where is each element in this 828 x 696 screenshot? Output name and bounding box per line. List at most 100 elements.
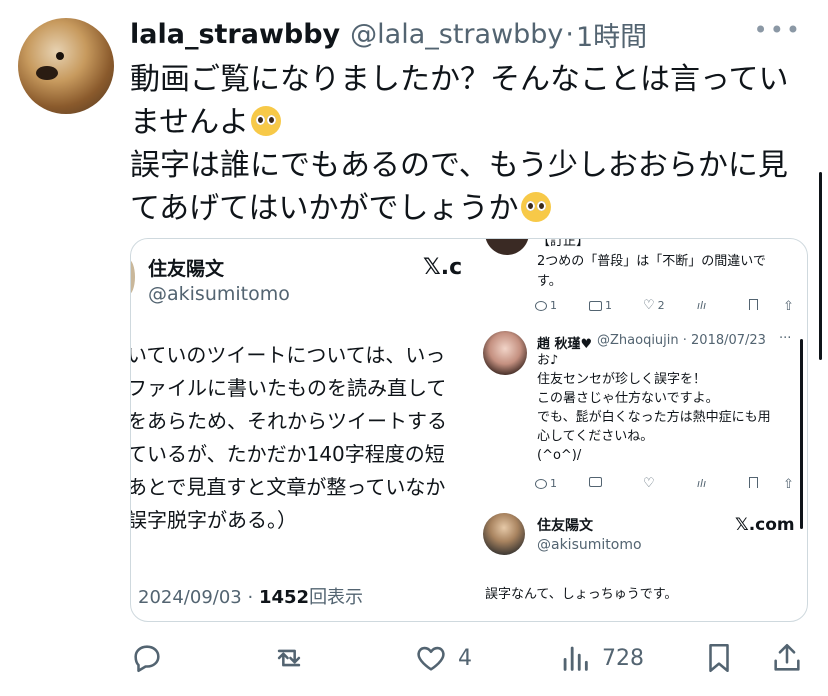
reply-line: 住友センセが珍しく誤字を！ bbox=[537, 372, 707, 387]
action-bar: 4 728 bbox=[130, 636, 810, 680]
retweet-icon bbox=[277, 649, 301, 667]
share-icon: ⇧ bbox=[783, 299, 794, 314]
stat-like: ♡ 2 bbox=[643, 299, 665, 312]
reply-text: 【訂正】 2つめの「普段」は「不断」の間違いで す。 bbox=[537, 239, 766, 292]
heart-icon bbox=[417, 646, 445, 671]
views-count: 728 bbox=[602, 645, 644, 671]
author-avatar[interactable] bbox=[18, 18, 114, 114]
reply-author-name: 趙 秋瑾♥ bbox=[537, 337, 593, 352]
reply-stats: 1 ♡ ılı ⇧ bbox=[535, 477, 805, 495]
quoted-line: 誤字脱字がある。） bbox=[131, 508, 297, 532]
embedded-scrollbar bbox=[800, 339, 803, 529]
quoted-avatar bbox=[131, 259, 135, 295]
retweet-icon bbox=[589, 300, 602, 311]
avatar-eye bbox=[56, 52, 64, 60]
heart-icon: ♡ bbox=[643, 298, 655, 313]
reply-line: でも、髭が白くなった方は熱中症にも用 bbox=[537, 410, 771, 425]
tweet-line: 動画ご覧になりましたか？そんなことは言ってい bbox=[130, 62, 789, 97]
avatar-nose bbox=[36, 66, 58, 80]
stat-retweet: 1 bbox=[589, 299, 612, 312]
footer-separator: · bbox=[247, 587, 254, 608]
more-options-icon: ··· bbox=[779, 331, 792, 346]
tweet-header: lala_strawbby @lala_strawbby · 1時間 ••• bbox=[130, 14, 808, 54]
reply-count: 1 bbox=[550, 299, 557, 312]
views-icon: ılı bbox=[697, 477, 707, 490]
reply-line: 【訂正】 bbox=[537, 239, 590, 249]
reply-button[interactable] bbox=[130, 636, 164, 680]
like-count: 4 bbox=[458, 645, 472, 671]
quoted-views-label: 回表示 bbox=[309, 587, 364, 608]
reply-author-handle: @Zhaoqiujin · 2018/07/23 bbox=[597, 333, 766, 348]
quoted-line: をあらため、それからツイートする bbox=[131, 409, 447, 433]
reply-avatar bbox=[483, 331, 527, 375]
quoted-date: 2024/09/03 bbox=[138, 587, 242, 608]
share-icon bbox=[774, 643, 800, 671]
tweet-text: 動画ご覧になりましたか？そんなことは言ってい ませんよ 誤字は誰にでもあるので、… bbox=[130, 58, 810, 230]
x-logo-icon: 𝕏.com bbox=[735, 515, 795, 535]
reply-line: す。 bbox=[537, 274, 562, 289]
reply-line: お♪ bbox=[537, 353, 559, 368]
like-button[interactable]: 4 bbox=[414, 636, 472, 680]
views-icon: ılı bbox=[697, 299, 707, 312]
bookmark-icon bbox=[749, 477, 758, 488]
reply-icon bbox=[535, 300, 547, 311]
reply-stats: 1 1 ♡ 2 ılı ⇧ bbox=[535, 299, 805, 317]
header-separator: · bbox=[565, 18, 574, 50]
pleading-face-icon bbox=[520, 192, 551, 222]
reply-line: この暑さじゃ仕方ないですよ。 bbox=[537, 391, 719, 406]
reply-icon bbox=[535, 478, 547, 489]
quoted-line: いていのツイートについては、いっ bbox=[131, 343, 446, 367]
more-options-icon[interactable]: ••• bbox=[754, 16, 802, 44]
quoted-footer: 2024/09/03 · 1452回表示 bbox=[138, 583, 363, 609]
tweet-line: てあげてはいかがでしょうか bbox=[130, 191, 519, 226]
pleading-face-icon bbox=[251, 106, 282, 136]
stat-reply: 1 bbox=[535, 299, 557, 312]
quoted-line: ているが、たかだか140字程度の短 bbox=[131, 442, 445, 466]
heart-icon: ♡ bbox=[643, 476, 655, 491]
quoted-line: ファイルに書いたものを読み直して bbox=[131, 376, 447, 400]
reply-text: お♪ 住友センセが珍しく誤字を！ この暑さじゃ仕方ないですよ。 でも、髭が白くな… bbox=[537, 351, 771, 465]
author-handle[interactable]: @lala_strawbby bbox=[350, 19, 563, 50]
page-scrollbar[interactable] bbox=[819, 172, 822, 360]
retweet-count: 1 bbox=[605, 299, 612, 312]
x-logo-icon: 𝕏.c bbox=[423, 255, 463, 280]
reply-line: 2つめの「普段」は「不断」の間違いで bbox=[537, 254, 766, 269]
stat-bookmark bbox=[749, 477, 758, 488]
stat-views: ılı bbox=[697, 477, 706, 490]
quoted-card-right: 【訂正】 2つめの「普段」は「不断」の間違いで す。 1 1 ♡ 2 ılı ⇧ … bbox=[471, 239, 807, 621]
bookmark-icon bbox=[709, 643, 729, 673]
stat-views: ılı bbox=[697, 299, 706, 312]
quoted-views-count: 1452 bbox=[258, 587, 310, 608]
views-button[interactable]: 728 bbox=[558, 636, 644, 680]
retweet-button[interactable] bbox=[272, 636, 306, 680]
reply-avatar bbox=[485, 239, 529, 255]
reply-count: 1 bbox=[550, 477, 557, 490]
author-display-name[interactable]: lala_strawbby bbox=[130, 19, 340, 50]
quoted-body: いていのツイートについては、いっ ファイルに書いたものを読み直して をあらため、… bbox=[131, 339, 471, 537]
tweet-line: ませんよ bbox=[130, 105, 250, 140]
stat-retweet bbox=[589, 477, 602, 487]
stat-share: ⇧ bbox=[783, 477, 794, 492]
retweet-icon bbox=[589, 477, 602, 487]
quoted-author-avatar bbox=[483, 513, 525, 555]
bookmark-icon bbox=[749, 299, 758, 310]
bookmark-button[interactable] bbox=[702, 636, 736, 680]
reply-line: 心してくださいね。 bbox=[537, 429, 654, 444]
quoted-author-name: 住友陽文 bbox=[148, 258, 225, 280]
reply-icon bbox=[134, 645, 160, 673]
quoted-image[interactable]: 住友陽文 @akisumitomo 𝕏.c いていのツイートについては、いっ フ… bbox=[130, 238, 808, 622]
stat-reply: 1 bbox=[535, 477, 557, 490]
tweet-line-with-emoji: ませんよ bbox=[130, 101, 810, 144]
reply-line: (^o^)/ bbox=[537, 448, 582, 463]
tweet-timestamp[interactable]: 1時間 bbox=[576, 15, 647, 54]
quoted-card-left: 住友陽文 @akisumitomo 𝕏.c いていのツイートについては、いっ フ… bbox=[131, 239, 471, 621]
quoted-reply-text: 誤字なんて、しょっちゅうです。 bbox=[485, 587, 678, 602]
quoted-author-handle: @akisumitomo bbox=[148, 283, 290, 305]
stat-bookmark bbox=[749, 299, 758, 310]
stat-like: ♡ bbox=[643, 477, 655, 490]
quoted-author-handle: @akisumitomo bbox=[537, 537, 642, 553]
tweet-line: 誤字は誰にでもあるので、もう少しおおらかに見 bbox=[130, 148, 788, 183]
quoted-line: あとで見直すと文章が整っていなか bbox=[131, 475, 446, 499]
share-button[interactable] bbox=[770, 636, 804, 680]
views-icon bbox=[563, 646, 588, 671]
